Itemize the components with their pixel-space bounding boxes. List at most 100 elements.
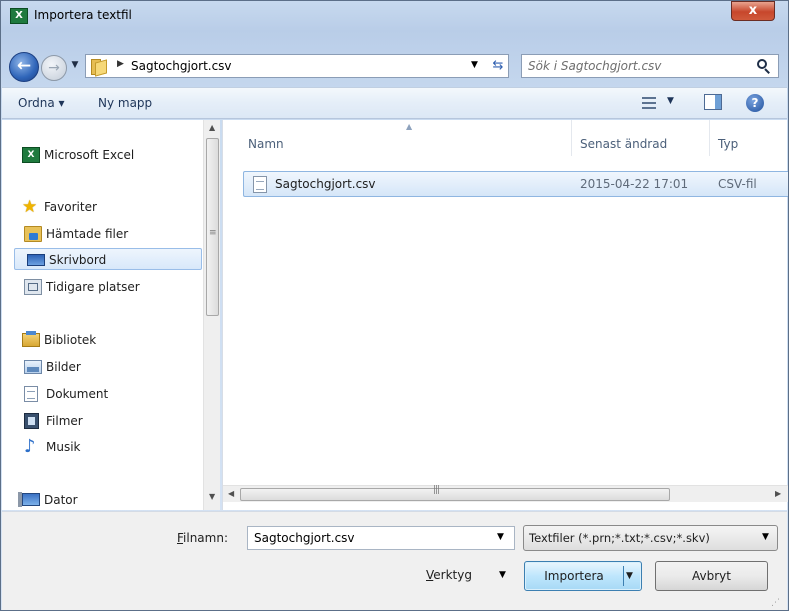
nav-item-label: Favoriter	[44, 200, 97, 214]
filename-label: Filnamn:	[177, 531, 228, 545]
navigation-row: ← → ▼ ▶ Sagtochgjort.csv ▼ ⇆	[1, 51, 788, 83]
organize-button[interactable]: Ordna ▾	[18, 96, 65, 110]
star-icon: ★	[22, 197, 38, 217]
tools-label-text: erktyg	[433, 568, 472, 582]
nav-item-computer[interactable]: Dator	[12, 489, 197, 511]
import-button[interactable]: Importera ▼	[524, 561, 642, 591]
file-modified: 2015-04-22 17:01	[580, 177, 689, 191]
scroll-left-icon[interactable]: ◀	[228, 489, 234, 498]
change-view-icon[interactable]	[642, 97, 656, 109]
nav-item-label: Dokument	[46, 387, 109, 401]
videos-icon	[24, 413, 39, 429]
nav-item-pictures[interactable]: Bilder	[12, 356, 197, 378]
nav-item-documents[interactable]: Dokument	[12, 383, 197, 405]
resize-grip-icon[interactable]: ⋰	[771, 598, 780, 608]
computer-icon	[18, 492, 40, 507]
tools-dropdown-icon[interactable]: ▼	[499, 570, 506, 580]
downloads-folder-icon	[24, 226, 42, 242]
scrollbar-thumb[interactable]	[206, 138, 219, 316]
nav-item-favorites[interactable]: ★ Favoriter	[12, 196, 197, 218]
filename-dropdown-icon[interactable]: ▼	[497, 532, 504, 542]
nav-item-label: Dator	[44, 493, 78, 507]
excel-icon: X	[10, 8, 28, 24]
new-folder-button[interactable]: Ny mapp	[98, 96, 152, 110]
window-title: Importera textfil	[34, 8, 132, 22]
nav-item-desktop[interactable]: Skrivbord	[14, 248, 202, 270]
scrollbar-grip-icon: ≡	[209, 228, 217, 238]
nav-item-label: Bilder	[46, 360, 81, 374]
search-input[interactable]	[528, 58, 748, 74]
navigation-pane: X Microsoft Excel ★ Favoriter Hämtade fi…	[2, 120, 220, 511]
forward-button[interactable]: →	[41, 55, 67, 81]
nav-item-recent-places[interactable]: Tidigare platser	[12, 276, 197, 298]
file-type-value: Textfiler (*.prn;*.txt;*.csv;*.skv)	[529, 531, 710, 545]
desktop-icon	[27, 254, 45, 266]
dialog-footer: Filnamn: ▼ Textfiler (*.prn;*.txt;*.csv;…	[2, 511, 787, 610]
command-bar: Ordna ▾ Ny mapp ▼ ?	[2, 87, 787, 119]
nav-item-music[interactable]: ♪ Musik	[12, 436, 197, 458]
nav-item-label: Filmer	[46, 414, 83, 428]
file-type-select[interactable]: Textfiler (*.prn;*.txt;*.csv;*.skv) ▼	[523, 525, 778, 551]
scroll-down-icon[interactable]: ▼	[209, 492, 215, 501]
nav-item-libraries[interactable]: Bibliotek	[12, 329, 197, 351]
music-icon: ♪	[24, 436, 36, 457]
file-row[interactable]: Sagtochgjort.csv 2015-04-22 17:01 CSV-fi…	[243, 171, 788, 197]
import-button-label: Importera	[544, 569, 604, 583]
file-type-dropdown-icon: ▼	[762, 532, 769, 542]
nav-item-label: Musik	[46, 440, 81, 454]
file-list: ▲ Namn Senast ändrad Typ Sagtochgjort.cs…	[222, 120, 788, 510]
file-type: CSV-fil	[718, 177, 757, 191]
pictures-icon	[24, 360, 42, 374]
nav-item-microsoft-excel[interactable]: X Microsoft Excel	[12, 144, 197, 166]
nav-item-videos[interactable]: Filmer	[12, 410, 197, 432]
preview-pane-icon[interactable]	[704, 94, 722, 110]
libraries-icon	[22, 331, 40, 347]
file-list-horizontal-scrollbar[interactable]: ◀ ||| ▶	[223, 485, 788, 502]
recent-locations-dropdown[interactable]: ▼	[69, 60, 81, 74]
scrollbar-thumb[interactable]	[240, 488, 670, 501]
csv-file-icon	[253, 176, 267, 193]
scroll-right-icon[interactable]: ▶	[775, 489, 781, 498]
close-button[interactable]: x	[731, 1, 775, 21]
nav-pane-vertical-scrollbar[interactable]: ▲ ≡ ▼	[203, 120, 220, 510]
split-divider	[623, 566, 624, 586]
column-header-label: Senast ändrad	[580, 137, 668, 151]
search-box[interactable]	[521, 54, 779, 78]
nav-item-downloads[interactable]: Hämtade filer	[12, 223, 197, 245]
nav-item-label: Tidigare platser	[46, 280, 140, 294]
title-bar: X Importera textfil x	[1, 1, 788, 31]
refresh-button[interactable]: ⇆	[488, 56, 508, 76]
import-text-file-dialog: X Importera textfil x ← → ▼ ▶ Sagtochgjo…	[0, 0, 789, 611]
column-header-modified[interactable]: Senast ändrad	[572, 120, 710, 156]
file-name: Sagtochgjort.csv	[275, 177, 376, 191]
breadcrumb-chevron-icon[interactable]: ▶	[117, 59, 124, 69]
back-button[interactable]: ←	[9, 52, 39, 82]
scrollbar-grip-icon: |||	[433, 485, 440, 495]
column-header-name[interactable]: ▲ Namn	[240, 120, 572, 156]
folder-icon	[90, 57, 110, 77]
view-options-dropdown-icon[interactable]: ▼	[667, 96, 674, 106]
column-header-type[interactable]: Typ	[710, 120, 788, 156]
filename-label-text: ilnamn:	[183, 531, 228, 545]
import-options-dropdown-icon[interactable]: ▼	[626, 562, 633, 590]
recent-places-icon	[24, 279, 42, 295]
scroll-up-icon[interactable]: ▲	[209, 123, 215, 132]
cancel-button[interactable]: Avbryt	[655, 561, 768, 591]
sort-ascending-icon: ▲	[406, 122, 413, 131]
nav-item-label: Skrivbord	[49, 253, 107, 267]
help-icon[interactable]: ?	[746, 94, 764, 112]
column-header-label: Typ	[718, 137, 739, 151]
column-header-label: Namn	[248, 137, 284, 151]
tools-button[interactable]: Verktyg	[426, 568, 472, 582]
filename-combobox[interactable]: ▼	[247, 526, 515, 550]
filename-input[interactable]	[254, 530, 484, 546]
documents-icon	[24, 386, 38, 402]
excel-icon: X	[22, 147, 40, 163]
address-bar[interactable]: ▶ Sagtochgjort.csv ▼ ⇆	[85, 54, 509, 78]
address-dropdown-icon[interactable]: ▼	[471, 60, 478, 70]
nav-item-label: Bibliotek	[44, 333, 97, 347]
breadcrumb-current[interactable]: Sagtochgjort.csv	[131, 59, 232, 73]
nav-item-label: Microsoft Excel	[44, 148, 135, 162]
search-icon[interactable]	[756, 58, 772, 74]
nav-item-label: Hämtade filer	[46, 227, 129, 241]
